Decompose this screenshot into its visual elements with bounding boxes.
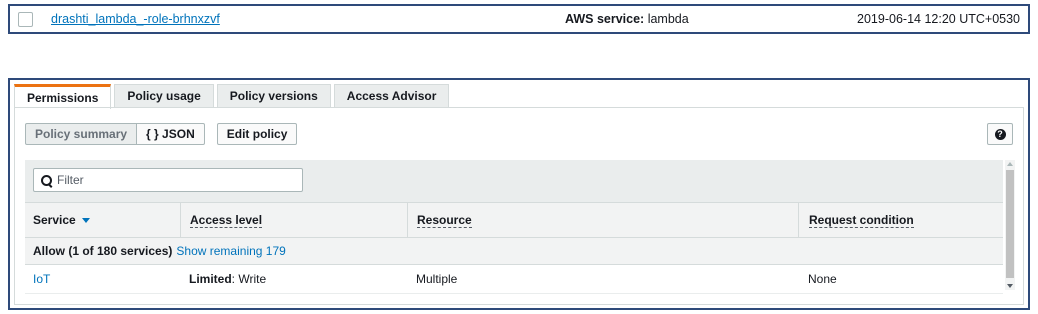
scroll-down-icon[interactable] bbox=[1007, 284, 1013, 288]
request-condition-value: None bbox=[808, 272, 837, 286]
resource-value: Multiple bbox=[416, 272, 458, 286]
tab-permissions[interactable]: Permissions bbox=[14, 84, 112, 109]
permissions-tab-content: Policy summary { } JSON Edit policy ? Fi… bbox=[14, 107, 1024, 305]
column-header-access-level-label: Access level bbox=[190, 212, 263, 228]
scroll-up-icon[interactable] bbox=[1007, 162, 1013, 166]
column-header-request-condition: Request condition bbox=[798, 203, 1003, 237]
access-level-bold: Limited bbox=[189, 272, 232, 286]
column-header-resource-label: Resource bbox=[417, 212, 472, 228]
show-remaining-link[interactable]: Show remaining 179 bbox=[176, 244, 285, 258]
filter-bar: Filter bbox=[25, 160, 1003, 203]
column-header-request-condition-label: Request condition bbox=[809, 212, 914, 228]
trusted-entity-label: AWS service: bbox=[565, 12, 645, 26]
table-row: IoT Limited: Write Multiple None bbox=[25, 265, 1003, 294]
policy-toolbar: Policy summary { } JSON Edit policy bbox=[25, 123, 298, 145]
filter-placeholder: Filter bbox=[57, 173, 84, 187]
search-icon bbox=[41, 174, 52, 186]
edit-policy-button[interactable]: Edit policy bbox=[216, 123, 298, 145]
table-header: Service Access level Resource Request co… bbox=[25, 203, 1003, 238]
service-link-iot[interactable]: IoT bbox=[33, 272, 50, 286]
role-creation-time: 2019-06-14 12:20 UTC+0530 bbox=[857, 12, 1020, 26]
tab-access-advisor[interactable]: Access Advisor bbox=[333, 84, 450, 107]
help-button[interactable]: ? bbox=[987, 123, 1013, 145]
column-header-service-label: Service bbox=[33, 213, 76, 227]
tab-policy-versions[interactable]: Policy versions bbox=[216, 84, 331, 107]
tab-policy-usage[interactable]: Policy usage bbox=[114, 84, 214, 107]
column-header-service[interactable]: Service bbox=[25, 203, 180, 237]
trusted-entity: AWS service: lambda bbox=[565, 12, 689, 26]
view-toggle: Policy summary { } JSON bbox=[25, 123, 205, 145]
policy-summary-table: Filter Service Access level Resource Req… bbox=[25, 160, 1003, 296]
json-view-button[interactable]: { } JSON bbox=[136, 123, 205, 145]
filter-input[interactable]: Filter bbox=[33, 168, 303, 192]
role-details-panel: Permissions Policy usage Policy versions… bbox=[8, 78, 1030, 310]
role-row: drashti_lambda_-role-brhnxzvf AWS servic… bbox=[8, 4, 1030, 34]
question-circle-icon: ? bbox=[994, 128, 1006, 140]
column-header-resource: Resource bbox=[407, 203, 798, 237]
scroll-thumb[interactable] bbox=[1006, 170, 1014, 278]
column-header-access-level: Access level bbox=[180, 203, 407, 237]
role-checkbox[interactable] bbox=[18, 11, 33, 27]
allow-group-label: Allow (1 of 180 services) bbox=[33, 244, 173, 258]
access-level-rest: : Write bbox=[231, 272, 267, 286]
allow-group-row: Allow (1 of 180 services) Show remaining… bbox=[25, 238, 1003, 265]
role-name-link[interactable]: drashti_lambda_-role-brhnxzvf bbox=[51, 12, 220, 26]
trusted-entity-value: lambda bbox=[647, 12, 689, 26]
table-scrollbar[interactable] bbox=[1005, 160, 1015, 290]
tab-bar: Permissions Policy usage Policy versions… bbox=[14, 84, 452, 109]
policy-summary-button[interactable]: Policy summary bbox=[25, 123, 138, 145]
sort-descending-icon[interactable] bbox=[81, 217, 90, 223]
